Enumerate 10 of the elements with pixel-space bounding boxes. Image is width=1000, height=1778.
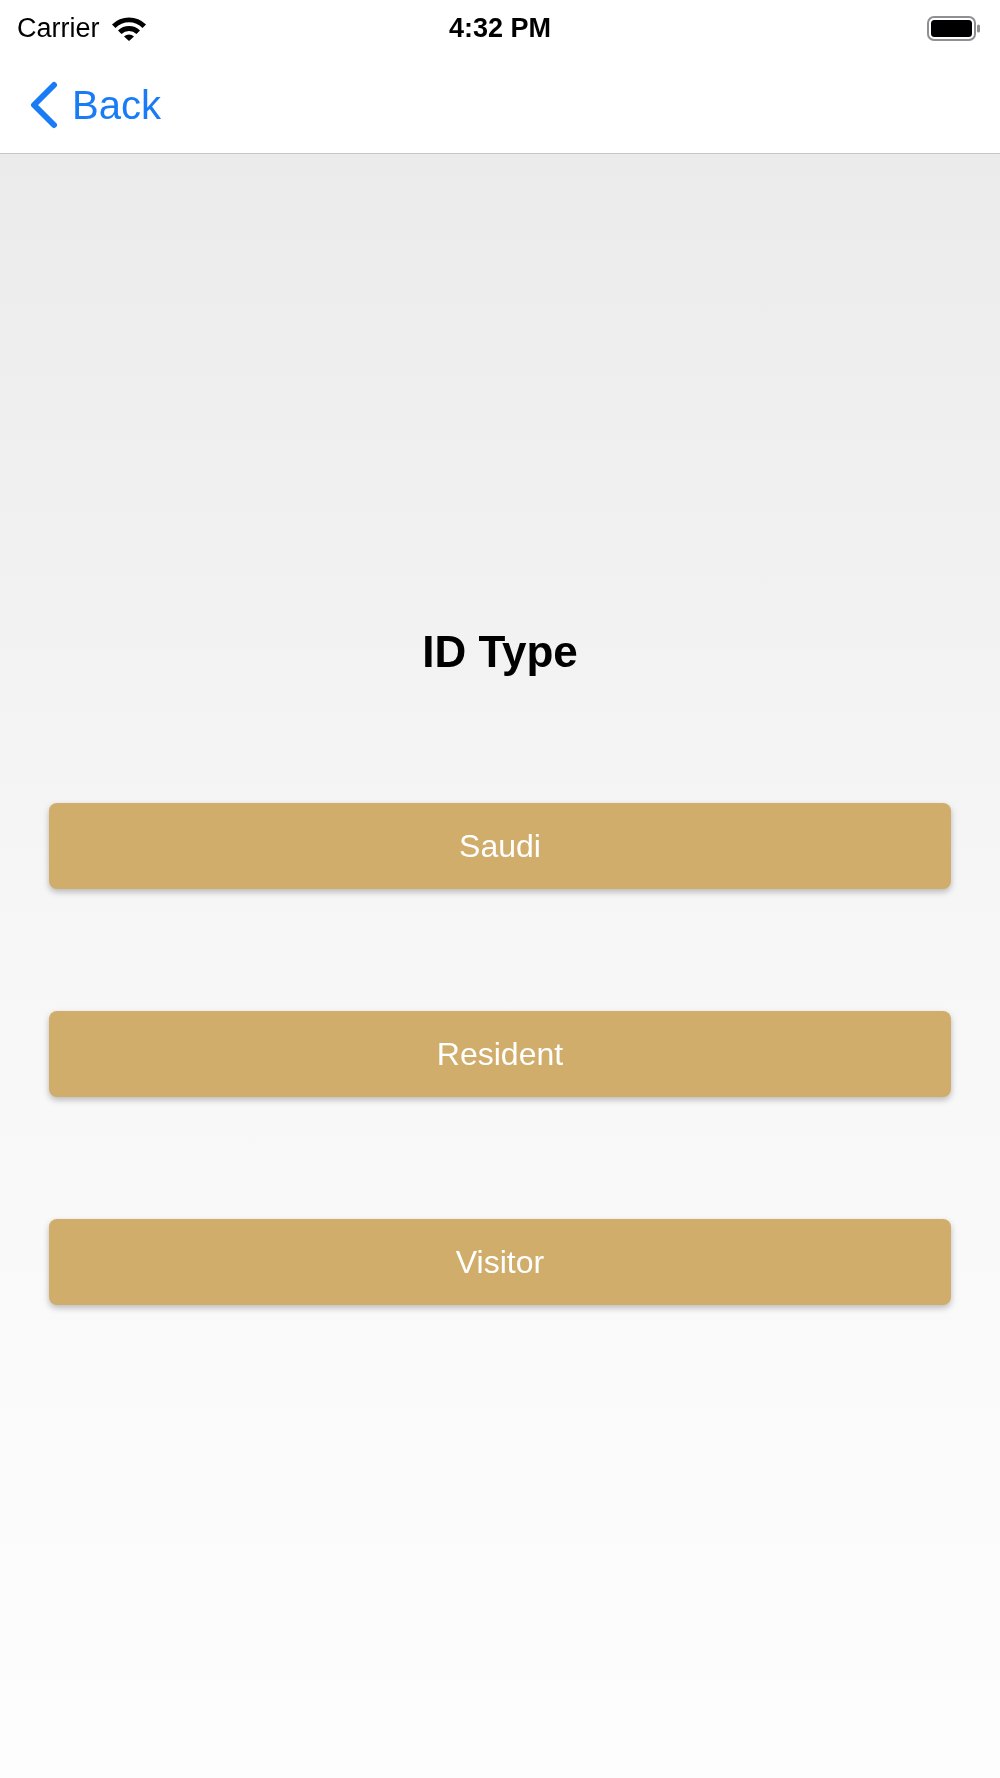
- id-type-button[interactable]: Saudi: [49, 803, 951, 889]
- back-button[interactable]: Back: [28, 81, 161, 129]
- carrier-label: Carrier: [17, 15, 100, 42]
- battery-icon: [927, 16, 981, 41]
- id-type-button[interactable]: Resident: [49, 1011, 951, 1097]
- chevron-left-icon: [28, 81, 58, 129]
- clock-time: 4:32 PM: [449, 15, 551, 42]
- wifi-icon: [111, 16, 146, 41]
- page-title: ID Type: [422, 626, 578, 678]
- id-type-button[interactable]: Visitor: [49, 1219, 951, 1305]
